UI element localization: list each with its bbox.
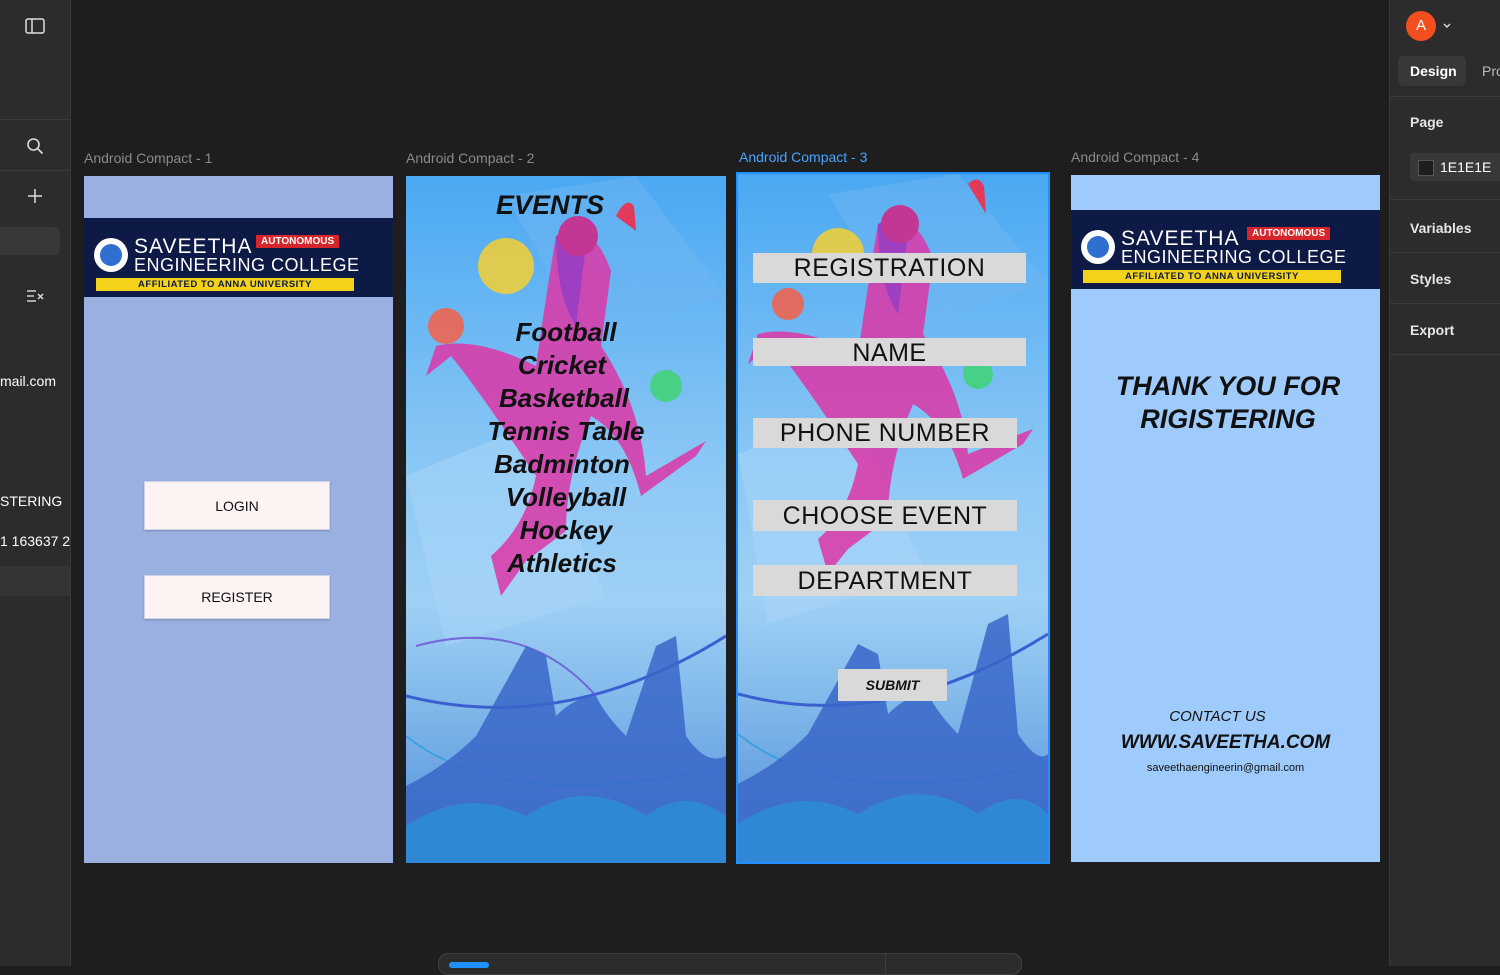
thank-you-line1: THANK YOU FOR (1115, 371, 1341, 401)
frame-label-2[interactable]: Android Compact - 2 (406, 150, 534, 166)
college-logo-banner: SAVEETHA AUTONOMOUS ENGINEERING COLLEGE … (1071, 210, 1380, 289)
department-field[interactable]: DEPARTMENT (753, 565, 1017, 596)
logo-affiliation: AFFILIATED TO ANNA UNIVERSITY (96, 278, 354, 291)
login-button[interactable]: LOGIN (144, 481, 330, 530)
submit-button[interactable]: SUBMIT (838, 669, 947, 701)
events-title: EVENTS (495, 190, 605, 220)
register-button[interactable]: REGISTER (144, 575, 330, 619)
registration-title: REGISTRATION (753, 253, 1026, 283)
chevron-down-icon[interactable] (1442, 18, 1452, 36)
website-link[interactable]: WWW.SAVEETHA.COM (1071, 732, 1380, 754)
event-item-4: Badminton (494, 449, 630, 479)
logo-autonomous-badge: AUTONOMOUS (256, 235, 340, 248)
event-item-0: Football (515, 317, 617, 347)
college-logo-banner: SAVEETHA AUTONOMOUS ENGINEERING COLLEGE … (84, 218, 393, 297)
left-sidebar: mail.com STERING 1 163637 2 (0, 0, 71, 966)
logo-affiliation: AFFILIATED TO ANNA UNIVERSITY (1083, 270, 1341, 283)
event-item-5: Volleyball (505, 482, 627, 512)
layer-row-highlight[interactable] (0, 227, 60, 255)
event-item-7: Athletics (507, 548, 617, 578)
toolbar-active-tool[interactable] (449, 962, 489, 968)
layer-text-email[interactable]: mail.com (0, 373, 56, 389)
color-swatch (1418, 160, 1434, 176)
logo-name-line2: ENGINEERING COLLEGE (134, 255, 360, 275)
event-item-6: Hockey (519, 515, 613, 545)
layer-text-number[interactable]: 1 163637 2 (0, 533, 70, 549)
event-item-3: Tennis Table (487, 416, 645, 446)
page-section-title: Page (1410, 114, 1444, 130)
phone-number-field[interactable]: PHONE NUMBER (753, 418, 1017, 448)
event-item-2: Basketball (498, 383, 630, 413)
section-styles[interactable]: Styles (1410, 271, 1451, 287)
layers-list-icon[interactable] (24, 285, 46, 307)
frame-android-compact-4[interactable]: SAVEETHA AUTONOMOUS ENGINEERING COLLEGE … (1071, 175, 1380, 862)
thank-you-line2: RIGISTERING (1140, 404, 1316, 434)
search-icon[interactable] (24, 135, 46, 157)
frame-android-compact-1[interactable]: SAVEETHA AUTONOMOUS ENGINEERING COLLEGE … (84, 176, 393, 863)
user-avatar[interactable]: A (1406, 11, 1436, 41)
event-item-1: Cricket (517, 350, 607, 380)
bottom-toolbar (438, 953, 1022, 975)
logo-autonomous-badge: AUTONOMOUS (1247, 227, 1331, 240)
page-color-field[interactable]: 1E1E1E (1410, 153, 1500, 181)
contact-us-label: CONTACT US (1169, 708, 1266, 725)
tab-design[interactable]: Design (1398, 56, 1466, 86)
layer-row-selected[interactable] (0, 566, 70, 596)
right-panel: A Design Pro Page 1E1E1E Variables Style… (1389, 0, 1500, 966)
frame-label-3[interactable]: Android Compact - 3 (739, 149, 867, 165)
college-emblem-icon (1081, 230, 1115, 264)
layer-text-registering[interactable]: STERING (0, 493, 62, 509)
frame-label-1[interactable]: Android Compact - 1 (84, 150, 212, 166)
contact-email[interactable]: saveethaengineerin@gmail.com (1071, 762, 1380, 774)
tab-prototype[interactable]: Pro (1482, 63, 1500, 79)
frame-label-4[interactable]: Android Compact - 4 (1071, 149, 1199, 165)
frame-android-compact-2[interactable]: EVENTS Football Cricket Basketball Tenni… (406, 176, 726, 863)
add-icon[interactable] (24, 185, 46, 207)
choose-event-field[interactable]: CHOOSE EVENT (753, 500, 1017, 531)
college-emblem-icon (94, 238, 128, 272)
toggle-sidebar-icon[interactable] (24, 15, 46, 37)
name-field[interactable]: NAME (753, 338, 1026, 367)
page-color-value: 1E1E1E (1440, 159, 1492, 175)
section-variables[interactable]: Variables (1410, 220, 1472, 236)
logo-name-line2: ENGINEERING COLLEGE (1121, 247, 1347, 267)
frame-android-compact-3[interactable]: REGISTRATION NAME PHONE NUMBER CHOOSE EV… (738, 174, 1048, 862)
section-export[interactable]: Export (1410, 322, 1454, 338)
